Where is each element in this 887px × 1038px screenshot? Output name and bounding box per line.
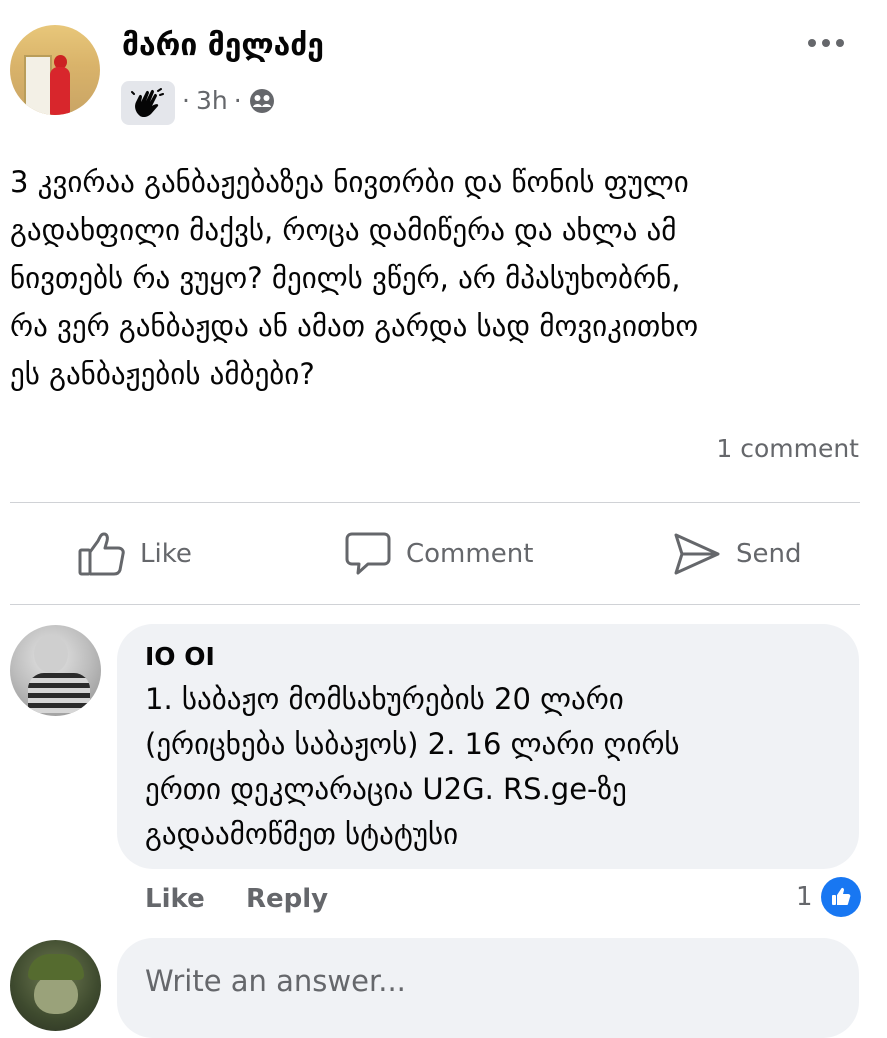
commenter-name[interactable]: IO OI — [145, 642, 215, 671]
reaction-count[interactable]: 1 — [796, 882, 813, 912]
more-dots-icon — [808, 39, 844, 47]
thumbs-up-icon[interactable] — [821, 877, 861, 917]
post-time[interactable]: 3h — [196, 86, 228, 115]
thumbs-up-outline-icon — [78, 532, 125, 576]
meta-separator: · — [233, 86, 242, 115]
commenter-avatar[interactable] — [10, 625, 101, 716]
divider — [10, 604, 860, 605]
answer-input[interactable] — [117, 938, 859, 1038]
waving-hand-icon — [121, 81, 175, 125]
send-icon — [674, 533, 720, 575]
friends-icon[interactable] — [248, 87, 276, 115]
comment-bubble-icon — [345, 532, 391, 575]
post-meta: · 3h · — [182, 86, 276, 115]
post-text: 3 კვირაა განბაჟებაზეა ნივთრბი და წონის ფ… — [10, 165, 699, 391]
comment-text: 1. საბაჟო მომსახურების 20 ლარი (ერიცხება… — [145, 682, 680, 851]
send-button[interactable]: Send — [672, 526, 801, 582]
author-avatar[interactable] — [10, 25, 100, 115]
post-author-name[interactable]: მარი მელაძე — [122, 28, 324, 63]
like-label: Like — [140, 539, 192, 569]
comment-button[interactable]: Comment — [344, 526, 533, 582]
like-button[interactable]: Like — [78, 526, 192, 582]
meta-separator: · — [182, 86, 190, 115]
comment-like-button[interactable]: Like — [145, 884, 205, 914]
divider — [10, 502, 860, 503]
viewer-avatar[interactable] — [10, 940, 101, 1031]
comment-count[interactable]: 1 comment — [716, 434, 859, 463]
comment-reply-button[interactable]: Reply — [246, 884, 328, 914]
comment-label: Comment — [406, 539, 534, 569]
more-options-button[interactable] — [806, 30, 846, 56]
send-label: Send — [736, 539, 802, 569]
